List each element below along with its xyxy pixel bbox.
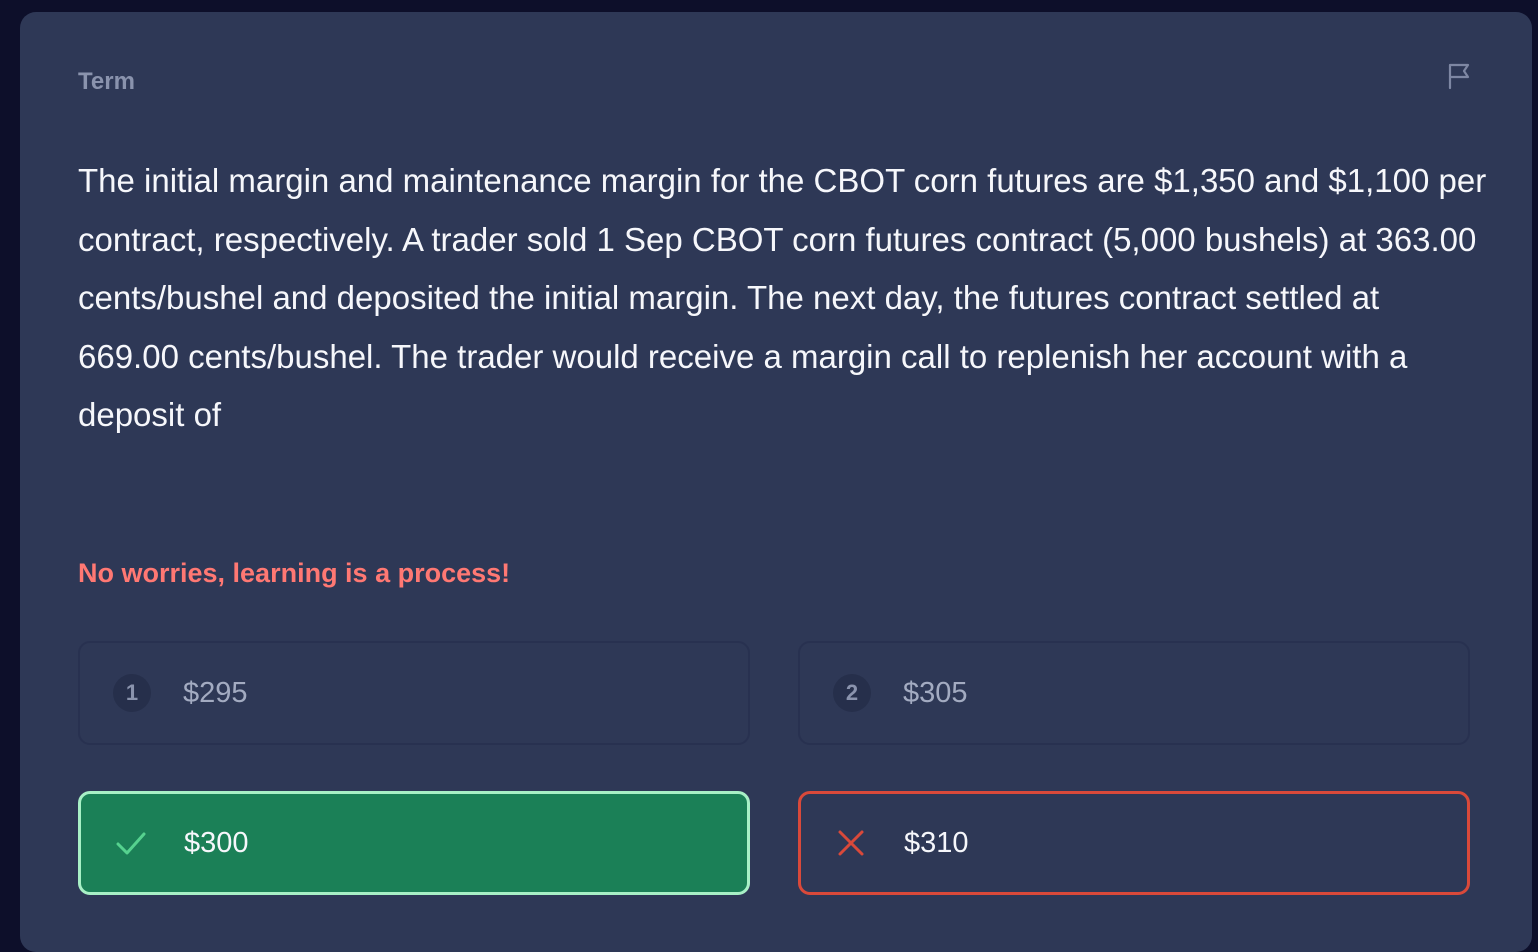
option-number-badge: 1 — [113, 674, 151, 712]
option-text: $300 — [184, 826, 249, 859]
answer-option-2[interactable]: 2 $305 — [798, 641, 1470, 745]
answer-option-incorrect[interactable]: $310 — [798, 791, 1470, 895]
answer-option-correct[interactable]: $300 — [78, 791, 750, 895]
question-text: The initial margin and maintenance margi… — [78, 162, 1487, 433]
option-text: $295 — [183, 676, 248, 709]
flag-icon[interactable] — [1446, 62, 1472, 90]
feedback-message: No worries, learning is a process! — [78, 558, 511, 588]
option-text: $305 — [903, 676, 968, 709]
term-label: Term — [78, 68, 135, 95]
option-number-badge: 2 — [833, 674, 871, 712]
flashcard: Term The initial margin and maintenance … — [20, 12, 1532, 952]
option-text: $310 — [904, 826, 969, 859]
x-icon — [838, 830, 864, 856]
checkmark-icon — [116, 832, 146, 855]
answer-option-1[interactable]: 1 $295 — [78, 641, 750, 745]
